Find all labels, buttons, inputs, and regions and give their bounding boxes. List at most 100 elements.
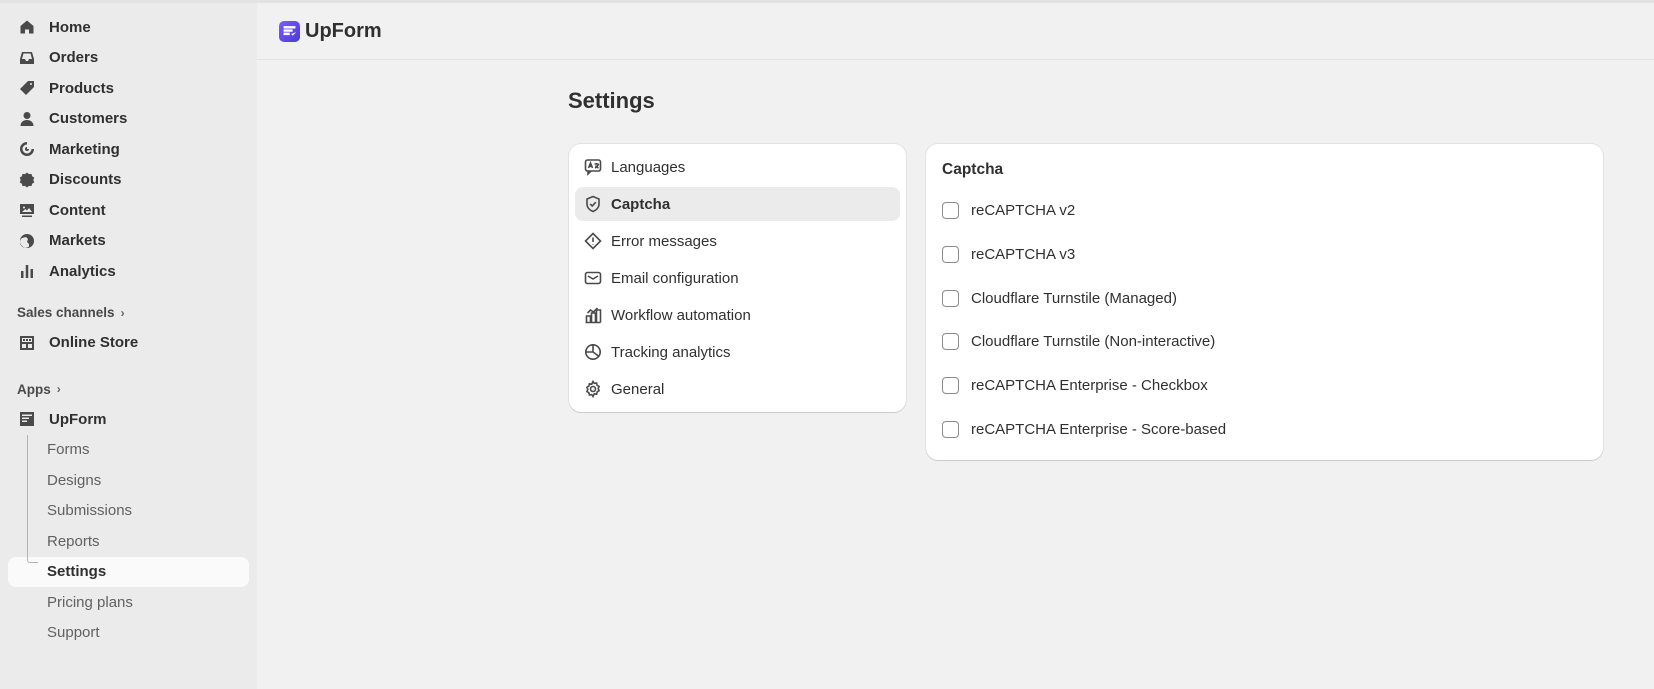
sidebar-item-discounts[interactable]: Discounts: [8, 165, 249, 196]
settings-menu-card: Languages Captcha Error messages Email c…: [569, 144, 906, 412]
sidebar-item-label: Marketing: [49, 140, 120, 158]
settings-menu-workflow-automation[interactable]: Workflow automation: [575, 298, 900, 332]
target-icon: [19, 141, 35, 157]
sidebar-item-label: Online Store: [49, 334, 139, 352]
captcha-option-label: reCAPTCHA v2: [971, 202, 1076, 220]
captcha-settings-card: Captcha reCAPTCHA v2 reCAPTCHA v3 Cloudf…: [926, 144, 1603, 460]
captcha-option-recaptcha-v3[interactable]: reCAPTCHA v3: [942, 233, 1587, 277]
home-icon: [19, 19, 35, 35]
captcha-option-label: reCAPTCHA Enterprise - Checkbox: [971, 377, 1208, 395]
sidebar-item-home[interactable]: Home: [8, 12, 249, 43]
settings-menu-label: Workflow automation: [611, 306, 751, 324]
sidebar-subitem-reports[interactable]: Reports: [8, 526, 249, 557]
sidebar-subitem-forms[interactable]: Forms: [8, 435, 249, 466]
sidebar-item-content[interactable]: Content: [8, 195, 249, 226]
upform-app-icon: [19, 411, 35, 427]
settings-menu-general[interactable]: General: [575, 372, 900, 406]
sidebar-item-orders[interactable]: Orders: [8, 43, 249, 74]
settings-menu-tracking-analytics[interactable]: Tracking analytics: [575, 335, 900, 369]
captcha-checkbox[interactable]: [942, 202, 959, 220]
app-subnav: Forms Designs Submissions Reports Settin…: [8, 434, 249, 649]
sidebar-item-label: Markets: [49, 232, 106, 250]
sidebar-item-label: Analytics: [49, 262, 116, 280]
sales-channels-header[interactable]: Sales channels ›: [8, 298, 249, 328]
sidebar-subitem-label: Support: [47, 624, 100, 642]
captcha-checkbox[interactable]: [942, 377, 959, 395]
captcha-checkbox[interactable]: [942, 289, 959, 307]
upform-logo-icon: [279, 20, 300, 42]
shield-check-icon: [584, 195, 602, 213]
captcha-checkbox[interactable]: [942, 333, 959, 351]
sidebar-subitem-label: Designs: [47, 471, 102, 489]
sidebar-item-label: Home: [49, 18, 91, 36]
sidebar-subitem-settings[interactable]: Settings: [8, 556, 249, 587]
subnav-tree-corner: [27, 554, 38, 563]
gear-icon: [584, 380, 602, 398]
sidebar-item-label: Customers: [49, 110, 128, 128]
apps-label: Apps: [17, 381, 51, 397]
person-icon: [19, 111, 35, 127]
chevron-right-icon: ›: [120, 305, 125, 320]
captcha-option-enterprise-score-based[interactable]: reCAPTCHA Enterprise - Score-based: [942, 407, 1587, 451]
alert-diamond-icon: [584, 232, 602, 250]
sidebar-subitem-label: Submissions: [47, 502, 133, 520]
captcha-option-turnstile-non-interactive[interactable]: Cloudflare Turnstile (Non-interactive): [942, 320, 1587, 364]
sidebar-item-customers[interactable]: Customers: [8, 104, 249, 135]
captcha-option-label: reCAPTCHA Enterprise - Score-based: [971, 420, 1227, 438]
sidebar-item-label: Orders: [49, 49, 99, 67]
captcha-card-title: Captcha: [942, 161, 1004, 178]
settings-menu-captcha[interactable]: Captcha: [575, 187, 900, 221]
chevron-right-icon: ›: [56, 382, 61, 396]
captcha-option-label: Cloudflare Turnstile (Managed): [971, 289, 1177, 307]
settings-menu-label: Languages: [611, 158, 686, 176]
sidebar-subitem-pricing-plans[interactable]: Pricing plans: [8, 587, 249, 618]
envelope-icon: [584, 269, 602, 287]
sidebar-item-label: Discounts: [49, 171, 122, 189]
sidebar-item-analytics[interactable]: Analytics: [8, 256, 249, 287]
inbox-icon: [19, 50, 35, 66]
store-icon: [19, 335, 35, 351]
settings-menu-label: Email configuration: [611, 269, 739, 287]
languages-icon: [584, 158, 602, 176]
settings-menu-email-configuration[interactable]: Email configuration: [575, 261, 900, 295]
sidebar-subitem-support[interactable]: Support: [8, 618, 249, 649]
captcha-option-recaptcha-v2[interactable]: reCAPTCHA v2: [942, 189, 1587, 233]
sidebar-item-marketing[interactable]: Marketing: [8, 134, 249, 165]
sidebar-subitem-submissions[interactable]: Submissions: [8, 496, 249, 527]
settings-menu-label: Error messages: [611, 232, 717, 250]
bar-chart-icon: [19, 263, 35, 279]
sidebar-item-label: Products: [49, 79, 115, 97]
image-icon: [19, 202, 35, 218]
sidebar-item-online-store[interactable]: Online Store: [8, 328, 249, 359]
sidebar-item-markets[interactable]: Markets: [8, 226, 249, 257]
tag-icon: [19, 80, 35, 96]
sidebar-subitem-label: Forms: [47, 441, 90, 459]
captcha-option-label: reCAPTCHA v3: [971, 246, 1076, 264]
settings-menu-label: General: [611, 380, 665, 398]
settings-menu-label: Tracking analytics: [611, 343, 731, 361]
sidebar-subitem-label: Pricing plans: [47, 593, 133, 611]
sales-channels-label: Sales channels: [17, 305, 115, 320]
sidebar-item-products[interactable]: Products: [8, 73, 249, 104]
globe-icon: [19, 233, 35, 249]
settings-menu-label: Captcha: [611, 195, 671, 213]
captcha-option-turnstile-managed[interactable]: Cloudflare Turnstile (Managed): [942, 276, 1587, 320]
sidebar-subitem-label: Reports: [47, 532, 100, 550]
sidebar-item-upform[interactable]: UpForm: [8, 404, 249, 435]
discount-icon: [19, 172, 35, 188]
captcha-option-enterprise-checkbox[interactable]: reCAPTCHA Enterprise - Checkbox: [942, 364, 1587, 408]
workflow-icon: [584, 306, 602, 324]
sidebar-item-label: Content: [49, 201, 106, 219]
apps-header[interactable]: Apps ›: [8, 374, 249, 404]
captcha-checkbox[interactable]: [942, 420, 959, 438]
sidebar-subitem-designs[interactable]: Designs: [8, 465, 249, 496]
sidebar-item-label: UpForm: [49, 410, 107, 428]
settings-menu-languages[interactable]: Languages: [575, 150, 900, 184]
page-title: Settings: [568, 88, 655, 113]
sidebar-subitem-label: Settings: [47, 563, 107, 581]
captcha-checkbox[interactable]: [942, 246, 959, 264]
app-title: UpForm: [305, 19, 382, 42]
settings-menu-error-messages[interactable]: Error messages: [575, 224, 900, 258]
